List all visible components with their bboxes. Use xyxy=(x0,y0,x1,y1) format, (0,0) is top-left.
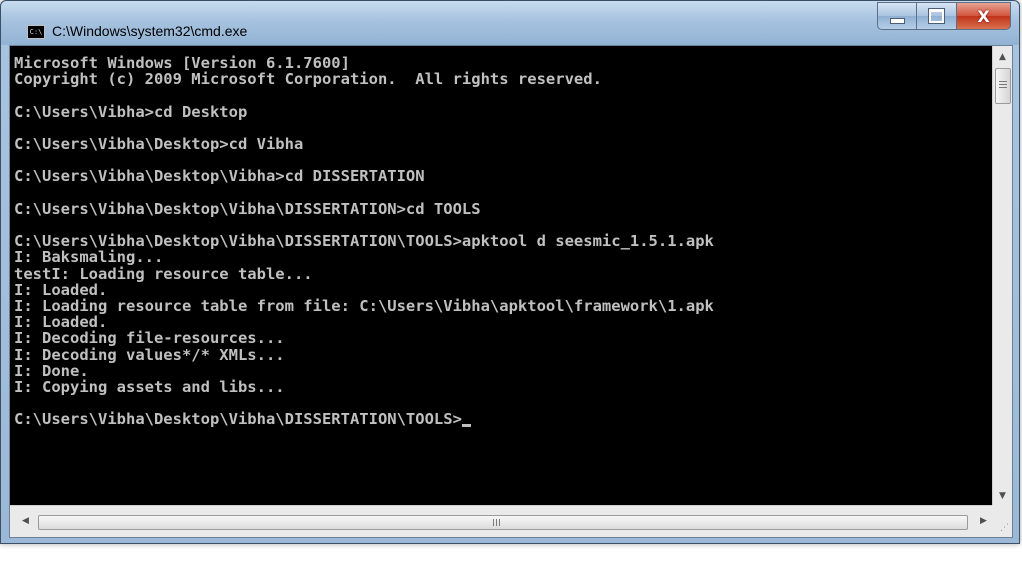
console-line: C:\Users\Vibha\Desktop>cd Vibha xyxy=(14,135,304,154)
resize-grip-icon: ⋰ xyxy=(1000,523,1009,533)
minimize-button[interactable] xyxy=(877,2,917,30)
prompt-line: C:\Users\Vibha\Desktop\Vibha\DISSERTATIO… xyxy=(14,410,462,429)
title-bar[interactable]: C:\ C:\Windows\system32\cmd.exe X xyxy=(1,1,1019,45)
resize-grip[interactable]: ⋰ xyxy=(992,505,1012,537)
console-icon[interactable]: C:\ xyxy=(27,25,45,39)
minimize-icon xyxy=(889,18,905,24)
vertical-scrollbar[interactable]: ▲ ▼ xyxy=(992,46,1012,506)
chevron-down-icon[interactable]: ▼ xyxy=(993,487,1012,506)
chevron-left-icon[interactable]: ◀ xyxy=(16,512,35,531)
close-icon: X xyxy=(977,6,990,26)
maximize-button[interactable] xyxy=(917,2,957,30)
chevron-up-icon[interactable]: ▲ xyxy=(993,48,1012,67)
console-line: C:\Users\Vibha\Desktop\Vibha>cd DISSERTA… xyxy=(14,167,425,186)
close-button[interactable]: X xyxy=(957,2,1011,30)
console-line: C:\Users\Vibha\Desktop\Vibha\DISSERTATIO… xyxy=(14,199,481,218)
caption-buttons: X xyxy=(877,2,1011,32)
text-cursor xyxy=(461,424,471,428)
chevron-right-icon[interactable]: ▶ xyxy=(974,512,993,531)
console-line: C:\Users\Vibha>cd Desktop xyxy=(14,102,248,121)
vertical-scroll-thumb[interactable] xyxy=(995,68,1011,104)
maximize-icon xyxy=(928,8,945,24)
window-title: C:\Windows\system32\cmd.exe xyxy=(52,23,248,39)
console-line: I: Copying assets and libs... xyxy=(14,378,285,397)
cmd-window: C:\ C:\Windows\system32\cmd.exe X Micros… xyxy=(0,0,1020,544)
console-line: Copyright (c) 2009 Microsoft Corporation… xyxy=(14,70,602,89)
horizontal-scroll-thumb[interactable] xyxy=(38,515,968,530)
grip-icon xyxy=(999,81,1007,89)
console-line: I: Loading resource table from file: C:\… xyxy=(14,297,714,316)
horizontal-scrollbar[interactable]: ◀ ▶ xyxy=(10,505,993,537)
console-area[interactable]: Microsoft Windows [Version 6.1.7600] Cop… xyxy=(9,45,1013,538)
console-output[interactable]: Microsoft Windows [Version 6.1.7600] Cop… xyxy=(14,55,982,505)
grip-icon xyxy=(493,519,501,526)
